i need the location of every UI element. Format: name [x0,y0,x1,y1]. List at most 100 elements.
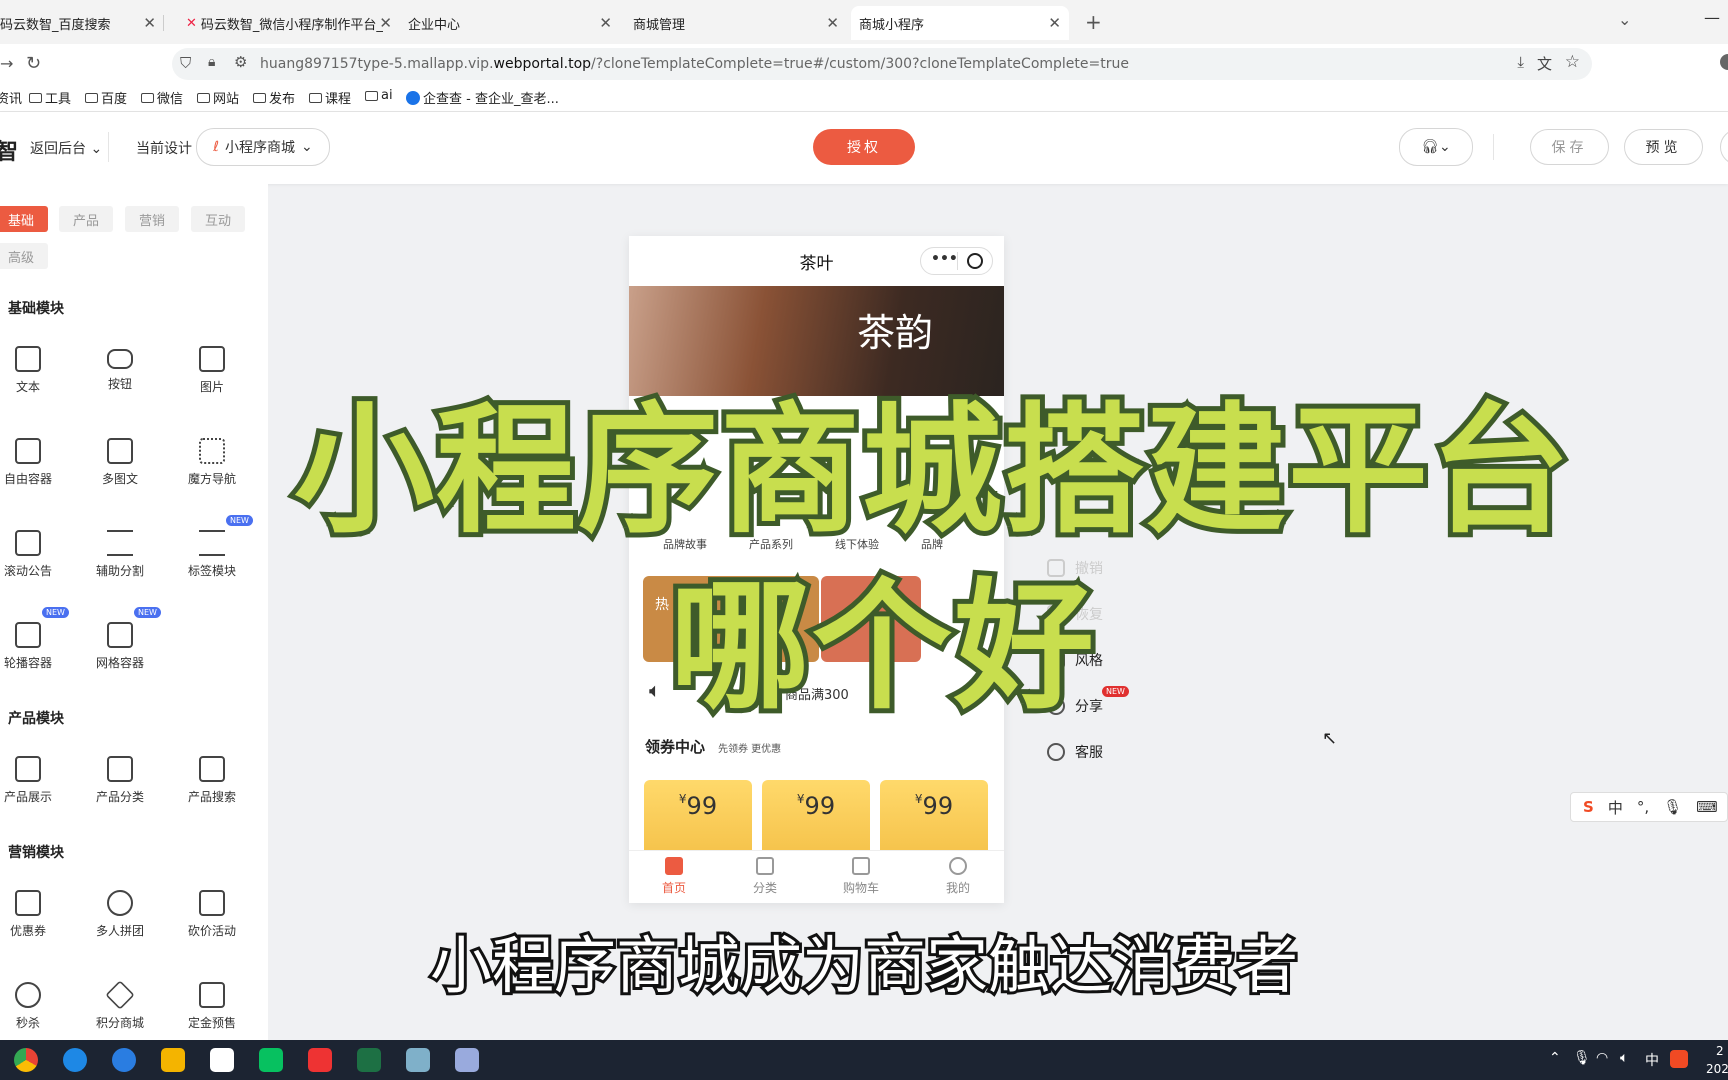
minimize-icon[interactable]: — [1704,8,1720,27]
bookmark-item[interactable]: 资讯 [0,88,22,107]
home-icon [665,857,683,875]
clock-time[interactable]: 2 [1716,1044,1724,1058]
user-icon [949,857,967,875]
tabbar-mine[interactable]: 我的 [928,857,988,896]
keyboard-icon[interactable]: ⌨ [1696,798,1718,816]
tab-mall-admin[interactable]: 商城管理 ✕ [625,6,847,40]
coupon-card[interactable]: ¥99 [644,780,752,856]
site-settings-icon[interactable]: ⚙ [234,53,247,71]
tabbar-home[interactable]: 首页 [644,857,704,896]
microphone-icon[interactable]: 🎙︎ [1573,1050,1591,1066]
bookmark-item[interactable]: 企查查 - 查企业_查老... [406,88,559,107]
component-cube-nav[interactable]: 魔方导航 [172,438,252,487]
folder-icon [197,92,210,103]
new-tab-icon[interactable]: + [1085,10,1102,34]
bookmark-item[interactable]: 百度 [85,88,127,107]
tabbar-category[interactable]: 分类 [735,857,795,896]
component-product-display[interactable]: 产品展示 [0,756,68,805]
more-icon[interactable]: ••• [931,251,958,267]
component-button[interactable]: 按钮 [80,346,160,392]
address-bar[interactable]: ⛉ 🔒︎ ⚙ huang897157type-5.mallapp.vip. web… [172,48,1592,80]
clock-date[interactable]: 202 [1706,1062,1728,1076]
ime-toolbar[interactable]: S 中 °, 🎙︎ ⌨ [1570,792,1728,822]
ime-lang-tray[interactable]: 中 [1645,1050,1659,1070]
notes-icon[interactable] [406,1048,430,1072]
component-tag[interactable]: 标签模块 [172,530,252,579]
component-text[interactable]: 文本 [0,346,68,395]
coupon-icon [15,890,41,916]
chrome-icon[interactable] [14,1048,38,1072]
component-scroll-notice[interactable]: 滚动公告 [0,530,68,579]
bookmark-item[interactable]: 课程 [309,88,351,107]
coupon-card[interactable]: ¥99 [762,780,870,856]
excel-icon[interactable] [357,1048,381,1072]
tab-product[interactable]: 产品 [59,206,113,232]
bookmark-item[interactable]: 网站 [197,88,239,107]
save-button[interactable]: 保存 [1530,129,1609,165]
component-multi-image-text[interactable]: 多图文 [80,438,160,487]
close-icon[interactable]: ✕ [599,14,612,32]
miniapp-capsule[interactable]: ••• [920,247,993,275]
tab-list-icon[interactable]: ⌄ [1618,10,1631,29]
bookmark-item[interactable]: 发布 [253,88,295,107]
bookmark-item[interactable]: ai [365,88,393,103]
phone-tabbar: 首页 分类 购物车 我的 [629,850,1004,903]
app-icon[interactable] [308,1048,332,1072]
tab-basic[interactable]: 基础 [0,206,48,232]
edge-icon[interactable] [63,1048,87,1072]
publish-button[interactable] [1720,129,1728,165]
close-icon[interactable]: ✕ [143,14,156,32]
file-explorer-icon[interactable] [161,1048,185,1072]
back-button[interactable]: 返回后台 ⌄ [30,138,102,158]
component-sidebar: 基础 产品 营销 互动 高级 基础模块 文本 按钮 图片 自由容器 多图文 魔方… [0,184,268,1040]
profile-icon[interactable] [1720,54,1728,70]
component-product-search[interactable]: 产品搜索 [172,756,252,805]
close-target-icon[interactable] [967,253,983,269]
star-icon[interactable]: ☆ [1565,52,1580,72]
tab-platform[interactable]: ✕ 码云数智_微信小程序制作平台_ ✕ [176,6,394,40]
tab-label: 商城小程序 [859,17,925,33]
punctuation-icon[interactable]: °, [1637,798,1649,816]
coupon-card[interactable]: ¥99 [880,780,988,856]
volume-icon[interactable]: 🔈︎ [1620,1050,1628,1066]
sogou-browser-icon[interactable] [112,1048,136,1072]
component-divider[interactable]: 辅助分割 [80,530,160,579]
close-icon[interactable]: ✕ [379,14,392,32]
tab-enterprise[interactable]: 企业中心 ✕ [400,6,620,40]
tab-baidu[interactable]: 码云数智_百度搜索 ✕ [0,6,164,40]
support-button[interactable]: 🎧︎ ⌄ [1399,128,1473,166]
design-select[interactable]: ℓ 小程序商城 ⌄ [196,128,330,166]
qq-icon[interactable] [210,1048,234,1072]
close-icon[interactable]: ✕ [826,14,839,32]
tab-mall-miniapp[interactable]: 商城小程序 ✕ [851,6,1069,40]
preview-button[interactable]: 预览 [1624,129,1703,165]
grid-icon [756,857,774,875]
close-icon[interactable]: ✕ [1048,14,1061,32]
ime-lang[interactable]: 中 [1608,797,1623,818]
wechat-icon[interactable] [259,1048,283,1072]
service-button[interactable]: 客服 [1047,742,1103,762]
component-carousel[interactable]: 轮播容器 [0,622,68,671]
tab-interaction[interactable]: 互动 [191,206,245,232]
tab-advanced[interactable]: 高级 [0,243,48,269]
folder-icon [141,92,154,103]
bookmark-item[interactable]: 工具 [29,88,71,107]
forward-icon[interactable]: → [0,54,13,73]
wifi-icon[interactable]: ◠ [1596,1050,1608,1066]
translate-icon[interactable]: 文 [1537,53,1552,74]
tray-chevron-icon[interactable]: ⌃ [1549,1050,1561,1066]
reload-icon[interactable]: ↻ [26,53,41,74]
tabbar-cart[interactable]: 购物车 [831,857,891,896]
microphone-icon[interactable]: 🎙︎ [1663,798,1682,816]
component-product-category[interactable]: 产品分类 [80,756,160,805]
mallapp-icon[interactable] [455,1048,479,1072]
component-image[interactable]: 图片 [172,346,252,395]
download-icon[interactable]: ⤓ [1517,53,1524,71]
gallery-icon [107,438,133,464]
bookmark-item[interactable]: 微信 [141,88,183,107]
auth-button[interactable]: 授权 [813,129,915,165]
component-grid[interactable]: 网格容器 [80,622,160,671]
tab-marketing[interactable]: 营销 [125,206,179,232]
sogou-tray-icon[interactable] [1670,1050,1688,1068]
component-free-container[interactable]: 自由容器 [0,438,68,487]
